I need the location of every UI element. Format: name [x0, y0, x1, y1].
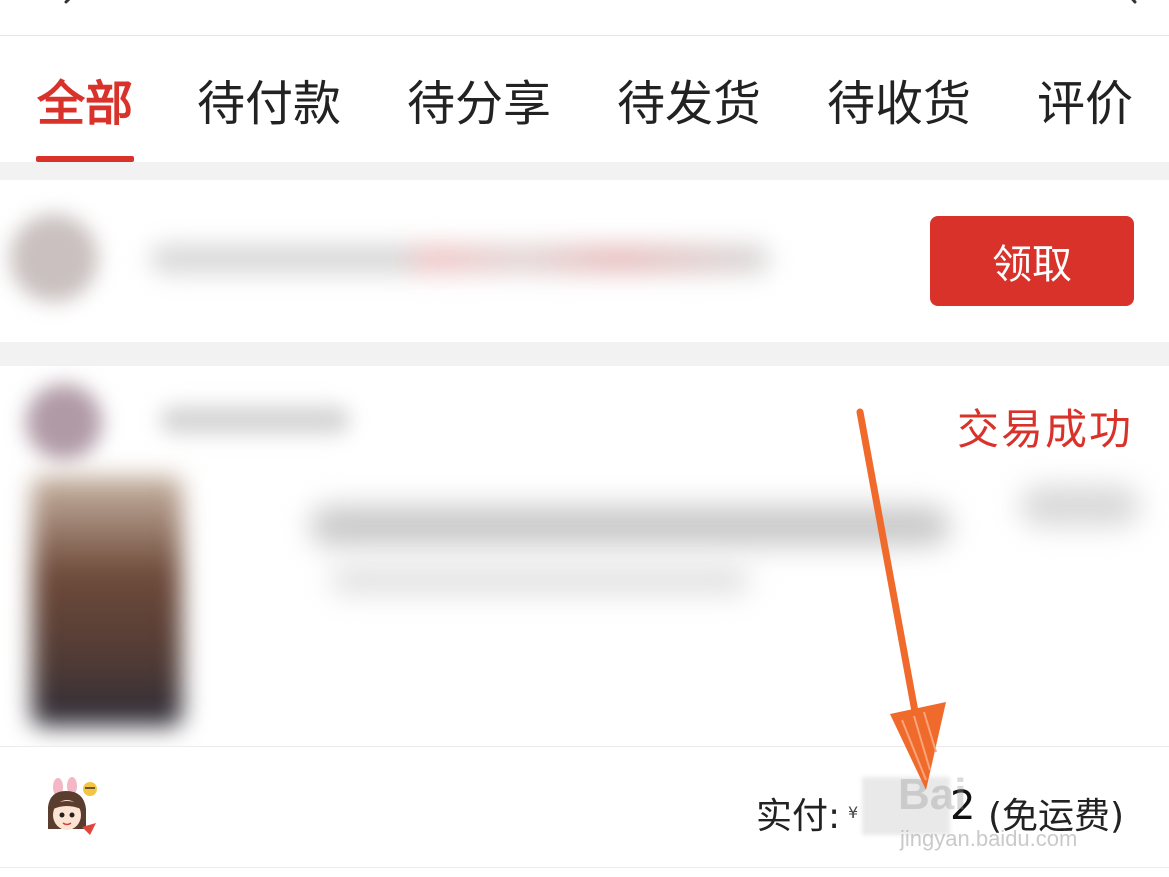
currency-symbol: ¥: [848, 803, 859, 822]
blurred-product-title: [310, 506, 950, 546]
blurred-coupon-text: [150, 244, 770, 274]
top-bar: [0, 0, 1169, 36]
blurred-product-spec: [330, 566, 750, 594]
order-status: 交易成功: [956, 405, 1133, 454]
blurred-avatar: [10, 214, 98, 302]
blurred-shop-name: [160, 406, 350, 434]
blurred-unit-price: [1020, 486, 1140, 526]
claim-button[interactable]: 领取: [930, 216, 1134, 306]
paid-label: 实付:: [756, 796, 841, 837]
tab-pending-receipt[interactable]: 待收货: [826, 36, 972, 162]
section-divider: [0, 342, 1169, 366]
tab-all[interactable]: 全部: [36, 36, 134, 162]
price-mask: [862, 777, 950, 835]
paid-amount: 2: [950, 783, 976, 829]
tab-review[interactable]: 评价: [1036, 36, 1134, 162]
sticker-avatar: [48, 777, 97, 835]
order-card[interactable]: 交易成功: [0, 366, 1169, 746]
back-icon[interactable]: [58, 0, 86, 6]
search-icon[interactable]: [1117, 0, 1143, 6]
tab-pending-shipment[interactable]: 待发货: [616, 36, 762, 162]
order-summary: 实付: ¥ 2 (免运费): [0, 746, 1169, 868]
order-tabs: 全部 待付款 待分享 待发货 待收货 评价: [0, 36, 1169, 162]
screen: 全部 待付款 待分享 待发货 待收货 评价 领取 交易成功 实付: ¥ 2 (免…: [0, 0, 1169, 877]
blurred-product-image[interactable]: [32, 476, 182, 726]
tab-pending-share[interactable]: 待分享: [406, 36, 552, 162]
shipping-note: (免运费): [988, 796, 1125, 837]
tab-pending-payment[interactable]: 待付款: [196, 36, 342, 162]
blurred-shop-avatar: [26, 384, 102, 460]
section-divider: [0, 162, 1169, 180]
coupon-row: 领取: [0, 180, 1169, 342]
